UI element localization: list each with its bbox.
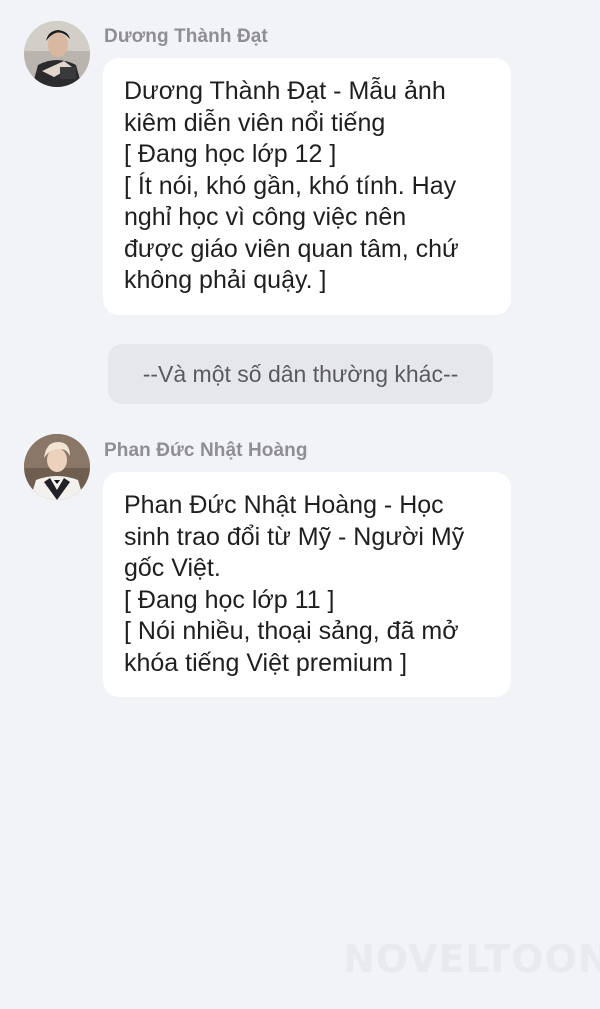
message-line: kiêm diễn viên nổi tiếng <box>124 108 386 137</box>
message-line: [ Nói nhiều, thoại sảng, đã mở <box>124 617 459 645</box>
message-line: khóa tiếng Việt premium ] <box>124 648 408 677</box>
avatar-photo <box>24 434 90 500</box>
message-line: Phan Đức Nhật Hoàng - Học <box>124 491 444 519</box>
sender-name: Dương Thành Đạt <box>104 26 268 47</box>
message-line: [ Đang học lớp 12 ] <box>124 140 337 168</box>
narration-bubble: --Và một số dân thường khác-- <box>108 344 493 404</box>
message-line: [ Ít nói, khó gần, khó tính. Hay <box>124 171 457 200</box>
avatar[interactable] <box>24 434 90 500</box>
message-line: nghỉ học vì công việc nên <box>124 203 407 231</box>
message-line: [ Đang học lớp 11 ] <box>124 585 335 614</box>
message-bubble[interactable]: Dương Thành Đạt - Mẫu ảnh kiêm diễn viên… <box>103 58 511 315</box>
sender-name: Phan Đức Nhật Hoàng <box>104 440 308 461</box>
avatar-photo <box>24 21 90 87</box>
message-bubble[interactable]: Phan Đức Nhật Hoàng - Học sinh trao đổi … <box>103 472 511 697</box>
message-line: sinh trao đổi từ Mỹ - Người Mỹ <box>124 522 465 551</box>
noveltoon-watermark: NOVELTOON <box>343 937 600 981</box>
message-line: Dương Thành Đạt - Mẫu ảnh <box>124 77 446 105</box>
message-line: gốc Việt. <box>124 554 221 582</box>
avatar[interactable] <box>24 21 90 87</box>
message-line: không phải quậy. ] <box>124 266 327 294</box>
message-line: được giáo viên quan tâm, chứ <box>124 234 459 263</box>
